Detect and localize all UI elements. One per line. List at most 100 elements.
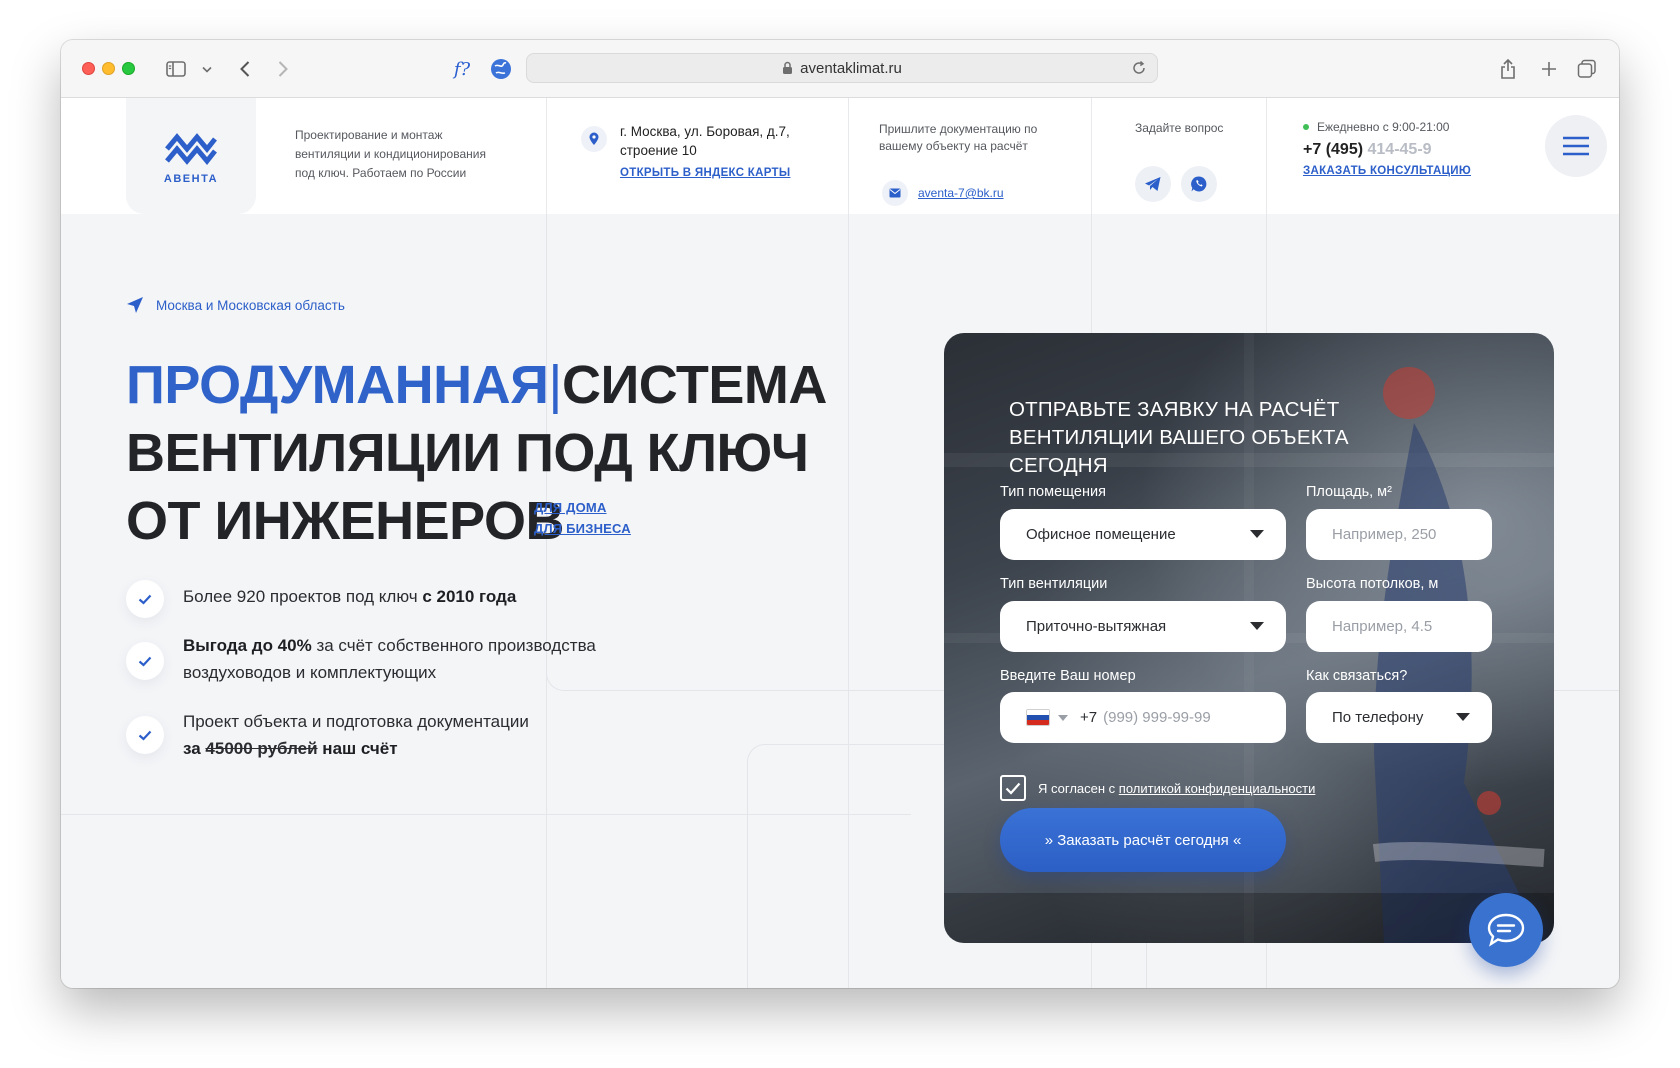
contact-method-label: Как связаться? <box>1306 668 1408 684</box>
for-home-link[interactable]: ДЛЯ ДОМА <box>534 500 631 515</box>
consent-text: Я согласен с <box>1038 780 1119 796</box>
benefit-strikethrough: 45000 рублей <box>205 739 318 758</box>
whatsapp-icon[interactable] <box>1181 166 1217 202</box>
forward-button[interactable] <box>273 55 293 83</box>
benefit-item: Выгода до 40% за счёт собственного произ… <box>126 632 646 686</box>
checkmark-icon <box>1005 782 1021 795</box>
phone-hidden-part: 414-45-9 <box>1367 141 1432 158</box>
phone-number[interactable]: +7 (495) 414-45-9 <box>1303 141 1471 159</box>
room-type-value: Офисное помещение <box>1026 526 1176 543</box>
contact-method-select[interactable]: По телефону <box>1306 692 1492 743</box>
area-input[interactable]: Например, 250 <box>1306 509 1492 560</box>
russia-flag-icon[interactable] <box>1026 709 1050 726</box>
zoom-window-button[interactable] <box>122 62 135 75</box>
chat-bubble-icon <box>1487 913 1525 947</box>
header-divider <box>1091 98 1092 214</box>
country-dropdown-icon[interactable] <box>1058 714 1068 721</box>
browser-toolbar: f? aventaklimat.ru <box>61 40 1619 98</box>
site-header: АВЕНТА Проектирование и монтаж вентиляци… <box>61 98 1619 214</box>
phone-input[interactable]: +7 (999) 999-99-99 <box>1000 692 1286 743</box>
yandex-maps-link[interactable]: ОТКРЫТЬ В ЯНДЕКС КАРТЫ <box>620 167 790 179</box>
url-text: aventaklimat.ru <box>800 59 902 77</box>
submit-button[interactable]: » Заказать расчёт сегодня « <box>1000 808 1286 872</box>
messenger-links <box>1135 166 1217 202</box>
region-indicator: Москва и Московская область <box>126 296 345 314</box>
dropdown-arrow-icon <box>1250 530 1264 538</box>
back-button[interactable] <box>235 55 255 83</box>
dropdown-arrow-icon <box>1456 713 1470 721</box>
email-row: aventa-7@bk.ru <box>882 180 1004 206</box>
chevron-down-icon[interactable] <box>201 55 213 83</box>
logo[interactable]: АВЕНТА <box>126 98 256 214</box>
mail-icon <box>882 180 908 206</box>
phone-visible: +7 (495) <box>1303 141 1364 158</box>
header-divider <box>1266 98 1267 214</box>
share-icon[interactable] <box>1497 55 1519 83</box>
hamburger-icon <box>1563 136 1589 156</box>
privacy-policy-link[interactable]: политикой конфиденциальности <box>1119 781 1316 796</box>
address-bar[interactable]: aventaklimat.ru <box>526 53 1158 83</box>
logo-text: АВЕНТА <box>163 173 219 185</box>
headline-line-2: ВЕНТИЛЯЦИИ ПОД КЛЮЧ <box>126 423 809 483</box>
sidebar-toggle-icon[interactable] <box>165 55 187 83</box>
reload-icon[interactable] <box>1131 60 1147 80</box>
vent-type-select[interactable]: Приточно-вытяжная <box>1000 601 1286 652</box>
ask-question-text: Задайте вопрос <box>1135 121 1224 135</box>
telegram-icon[interactable] <box>1135 166 1171 202</box>
dropdown-arrow-icon <box>1250 622 1264 630</box>
typing-cursor: | <box>548 355 562 415</box>
tab-overview-icon[interactable] <box>1576 55 1598 83</box>
headline-highlight: ПРОДУМАННАЯ <box>126 355 549 415</box>
benefit-bold: за <box>183 739 206 758</box>
calculation-request-form: ОТПРАВЬТЕ ЗАЯВКУ НА РАСЧЁТ ВЕНТИЛЯЦИИ ВА… <box>944 333 1554 943</box>
email-link[interactable]: aventa-7@bk.ru <box>918 186 1004 200</box>
extension-button[interactable]: f? <box>447 55 477 83</box>
phone-prefix: +7 <box>1080 709 1098 726</box>
audience-links: ДЛЯ ДОМА ДЛЯ БИЗНЕСА <box>534 500 631 536</box>
web-page: АВЕНТА Проектирование и монтаж вентиляци… <box>61 98 1619 988</box>
consent-checkbox[interactable] <box>1000 775 1026 801</box>
lock-icon <box>782 61 793 75</box>
headline-line-3: ОТ ИНЖЕНЕРОВ <box>126 491 564 551</box>
benefits-list: Более 920 проектов под ключ с 2010 года … <box>126 580 646 784</box>
privacy-consent: Я согласен с политикой конфиденциальност… <box>1000 775 1315 801</box>
browser-window: f? aventaklimat.ru АВЕНТА Проектирование… <box>61 40 1619 988</box>
order-consultation-link[interactable]: ЗАКАЗАТЬ КОНСУЛЬТАЦИЮ <box>1303 165 1471 177</box>
ceiling-height-label: Высота потолков, м <box>1306 576 1439 592</box>
vent-type-value: Приточно-вытяжная <box>1026 618 1167 635</box>
region-text: Москва и Московская область <box>156 297 345 313</box>
checkmark-icon <box>126 642 164 680</box>
phone-label: Введите Ваш номер <box>1000 668 1136 684</box>
hero-headline: ПРОДУМАННАЯ|СИСТЕМА ВЕНТИЛЯЦИИ ПОД КЛЮЧ … <box>126 351 827 555</box>
office-address: г. Москва, ул. Боровая, д.7, строение 10 <box>620 124 790 158</box>
company-tagline: Проектирование и монтаж вентиляции и кон… <box>295 128 486 180</box>
chat-widget-button[interactable] <box>1469 893 1543 967</box>
benefit-bold: наш счёт <box>317 739 398 758</box>
for-business-link[interactable]: ДЛЯ БИЗНЕСА <box>534 521 631 536</box>
close-window-button[interactable] <box>82 62 95 75</box>
docs-text: Пришлите документацию по вашему объекту … <box>879 122 1038 153</box>
benefit-bold: с 2010 года <box>422 587 517 606</box>
benefit-item: Более 920 проектов под ключ с 2010 года <box>126 580 646 618</box>
checkmark-icon <box>126 580 164 618</box>
ceiling-height-input[interactable]: Например, 4.5 <box>1306 601 1492 652</box>
hamburger-menu-button[interactable] <box>1545 115 1607 177</box>
navigation-arrow-icon <box>127 297 143 313</box>
header-divider <box>848 98 849 214</box>
benefit-text: Более 920 проектов под ключ <box>183 587 423 606</box>
minimize-window-button[interactable] <box>102 62 115 75</box>
ask-block: Задайте вопрос <box>1135 121 1224 202</box>
location-pin-icon <box>581 126 607 152</box>
online-status-dot <box>1303 124 1309 130</box>
checkmark-icon <box>126 716 164 754</box>
contact-block: Ежедневно с 9:00-21:00 +7 (495) 414-45-9… <box>1303 120 1471 177</box>
docs-block: Пришлите документацию по вашему объекту … <box>879 121 1079 206</box>
hours-text: Ежедневно с 9:00-21:00 <box>1317 120 1450 134</box>
phone-placeholder: (999) 999-99-99 <box>1103 709 1211 726</box>
area-label: Площадь, м² <box>1306 484 1392 500</box>
header-divider <box>546 98 547 214</box>
room-type-select[interactable]: Офисное помещение <box>1000 509 1286 560</box>
new-tab-icon[interactable] <box>1538 55 1560 83</box>
globe-icon[interactable] <box>489 55 513 83</box>
benefit-item: Проект объекта и подготовка документации… <box>126 708 646 762</box>
